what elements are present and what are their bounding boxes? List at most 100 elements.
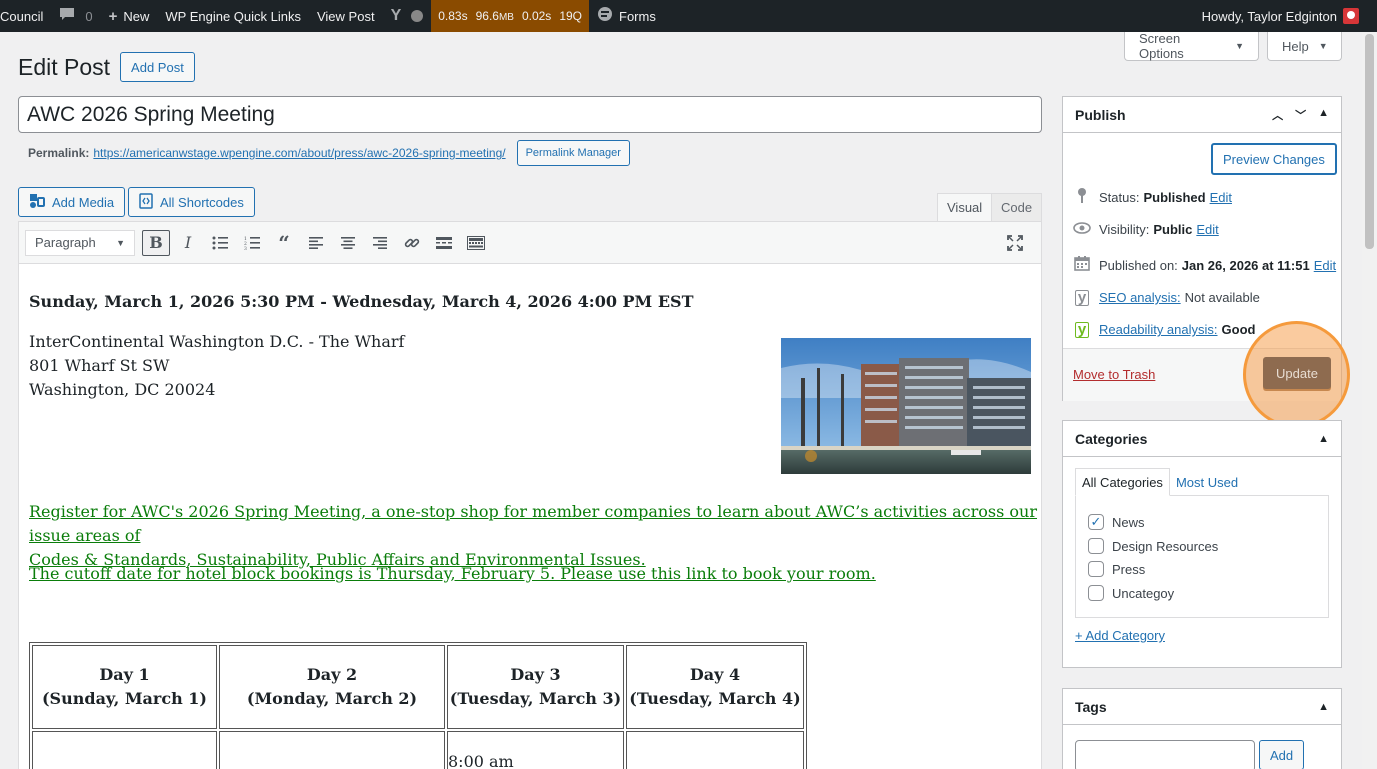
page-heading: Edit Post Add Post bbox=[18, 52, 195, 82]
register-link[interactable]: Register for AWC's 2026 Spring Meeting, … bbox=[29, 502, 1037, 545]
category-item-news[interactable]: ✓ News bbox=[1088, 514, 1145, 530]
checkbox[interactable] bbox=[1088, 538, 1104, 554]
screen-options-button[interactable]: Screen Options ▼ bbox=[1124, 31, 1259, 61]
site-name-link[interactable]: Council bbox=[0, 0, 51, 32]
perf-memory-group: 96.6MB bbox=[476, 9, 514, 23]
preview-changes-button[interactable]: Preview Changes bbox=[1211, 143, 1337, 175]
day-date: (Tuesday, March 3) bbox=[449, 689, 622, 708]
table-header-cell: Day 4 (Tuesday, March 4) bbox=[626, 645, 804, 729]
checkbox-checked[interactable]: ✓ bbox=[1088, 514, 1104, 530]
align-center-icon bbox=[341, 236, 355, 249]
comments-link[interactable]: 0 bbox=[51, 0, 100, 32]
publish-box-title: Publish bbox=[1075, 106, 1126, 123]
day-date: (Sunday, March 1) bbox=[41, 689, 207, 708]
query-monitor-stats[interactable]: 0.83s 96.6MB 0.02s 19Q bbox=[431, 0, 589, 32]
move-up-icon[interactable]: ︿ bbox=[1272, 107, 1283, 123]
address-line-2: 801 Wharf St SW bbox=[29, 356, 170, 375]
collapse-icon[interactable]: ▲ bbox=[1318, 701, 1329, 713]
fullscreen-button[interactable] bbox=[1001, 230, 1029, 256]
new-content-link[interactable]: + New bbox=[101, 0, 158, 32]
view-post-link[interactable]: View Post bbox=[309, 0, 383, 32]
category-item-design-resources[interactable]: Design Resources bbox=[1088, 538, 1218, 554]
category-item-press[interactable]: Press bbox=[1088, 561, 1145, 577]
tab-code[interactable]: Code bbox=[991, 193, 1043, 222]
forms-link[interactable]: Forms bbox=[589, 0, 664, 32]
table-cell bbox=[32, 731, 217, 769]
perf-db-time: 0.02s bbox=[521, 9, 552, 23]
published-on-edit-link[interactable]: Edit bbox=[1314, 258, 1336, 273]
seo-score-dot-icon bbox=[411, 10, 424, 22]
published-on-label: Published on: bbox=[1099, 257, 1178, 273]
collapse-icon[interactable]: ▲ bbox=[1318, 433, 1329, 445]
permalink-manager-button[interactable]: Permalink Manager bbox=[516, 140, 630, 166]
move-down-icon[interactable]: ﹀ bbox=[1295, 107, 1306, 123]
align-left-button[interactable] bbox=[302, 230, 330, 256]
tab-most-used[interactable]: Most Used bbox=[1170, 468, 1244, 496]
comments-count: 0 bbox=[85, 8, 93, 24]
register-link-block: Register for AWC's 2026 Spring Meeting, … bbox=[29, 500, 1041, 572]
scrollbar-thumb[interactable] bbox=[1365, 34, 1374, 249]
yoast-menu[interactable]: Y bbox=[383, 0, 432, 32]
visibility-row: Visibility: Public Edit bbox=[1073, 221, 1219, 238]
blockquote-button[interactable]: “ bbox=[270, 230, 298, 256]
toolbar-toggle-button[interactable] bbox=[462, 230, 490, 256]
tab-visual[interactable]: Visual bbox=[937, 193, 993, 222]
read-more-button[interactable] bbox=[430, 230, 458, 256]
align-right-button[interactable] bbox=[366, 230, 394, 256]
bold-icon: B bbox=[149, 233, 163, 252]
italic-button[interactable]: I bbox=[174, 230, 202, 256]
add-category-link[interactable]: + Add Category bbox=[1075, 628, 1165, 643]
collapse-icon[interactable]: ▲ bbox=[1318, 107, 1329, 123]
add-tag-button[interactable]: Add bbox=[1259, 740, 1305, 769]
visibility-edit-link[interactable]: Edit bbox=[1196, 222, 1218, 237]
tab-all-categories[interactable]: All Categories bbox=[1075, 468, 1170, 496]
readability-analysis-link[interactable]: Readability analysis: bbox=[1099, 322, 1218, 337]
published-on-value: Jan 26, 2026 at 11:51 bbox=[1181, 257, 1310, 273]
category-item-uncategoy[interactable]: Uncategoy bbox=[1088, 585, 1174, 601]
align-center-button[interactable] bbox=[334, 230, 362, 256]
post-title-input[interactable]: AWC 2026 Spring Meeting bbox=[18, 96, 1042, 133]
category-label: Press bbox=[1112, 561, 1146, 577]
italic-icon: I bbox=[184, 233, 192, 252]
all-shortcodes-label: All Shortcodes bbox=[160, 194, 244, 210]
cutoff-link-block: The cutoff date for hotel block bookings… bbox=[29, 564, 876, 583]
seo-analysis-link[interactable]: SEO analysis: bbox=[1099, 290, 1181, 305]
tag-input[interactable] bbox=[1075, 740, 1255, 769]
day-label: Day 1 bbox=[99, 665, 150, 684]
wp-engine-quick-links[interactable]: WP Engine Quick Links bbox=[157, 0, 309, 32]
checkbox[interactable] bbox=[1088, 561, 1104, 577]
published-on-row: Published on: Jan 26, 2026 at 11:51 Edit bbox=[1073, 255, 1336, 275]
insert-link-button[interactable] bbox=[398, 230, 426, 256]
perf-time: 0.83s bbox=[438, 9, 468, 23]
checkbox[interactable] bbox=[1088, 585, 1104, 601]
all-shortcodes-button[interactable]: All Shortcodes bbox=[128, 187, 255, 217]
bulleted-list-button[interactable] bbox=[206, 230, 234, 256]
hotel-image[interactable] bbox=[781, 338, 1031, 474]
schedule-table: Day 1 (Sunday, March 1) Day 2 (Monday, Mar… bbox=[29, 642, 807, 769]
bold-button[interactable]: B bbox=[142, 229, 170, 256]
categories-box-title: Categories bbox=[1075, 430, 1148, 447]
numbered-list-button[interactable]: 123 bbox=[238, 230, 266, 256]
page-scrollbar[interactable] bbox=[1362, 32, 1377, 769]
my-account-link[interactable]: Howdy, Taylor Edginton bbox=[1202, 8, 1377, 24]
categories-box: Categories ▲ All Categories Most Used ✓ … bbox=[1062, 420, 1342, 668]
content-editor[interactable]: Paragraph ▼ B I 123 “ Sunday, March 1, 2… bbox=[18, 221, 1042, 769]
box-controls: ▲ bbox=[1318, 701, 1329, 713]
move-to-trash-link[interactable]: Move to Trash bbox=[1073, 367, 1155, 382]
permalink-row: Permalink: https://americanwstage.wpengi… bbox=[28, 140, 630, 166]
howdy-label: Howdy, Taylor Edginton bbox=[1201, 8, 1337, 24]
update-button[interactable]: Update bbox=[1263, 357, 1331, 389]
hotel-booking-link[interactable]: The cutoff date for hotel block bookings… bbox=[29, 564, 876, 583]
status-value: Published bbox=[1143, 189, 1206, 205]
status-edit-link[interactable]: Edit bbox=[1210, 190, 1232, 205]
add-post-button[interactable]: Add Post bbox=[120, 52, 195, 82]
category-label: Design Resources bbox=[1112, 538, 1219, 554]
help-button[interactable]: Help ▼ bbox=[1267, 32, 1342, 61]
table-cell: 8:00 am bbox=[447, 731, 624, 769]
bulleted-list-icon bbox=[212, 236, 228, 249]
address-line-1: InterContinental Washington D.C. - The W… bbox=[29, 332, 405, 351]
permalink-url-link[interactable]: https://americanwstage.wpengine.com/abou… bbox=[93, 146, 505, 160]
format-select[interactable]: Paragraph ▼ bbox=[25, 229, 135, 256]
add-media-button[interactable]: Add Media bbox=[18, 187, 126, 217]
align-right-icon bbox=[373, 236, 387, 249]
